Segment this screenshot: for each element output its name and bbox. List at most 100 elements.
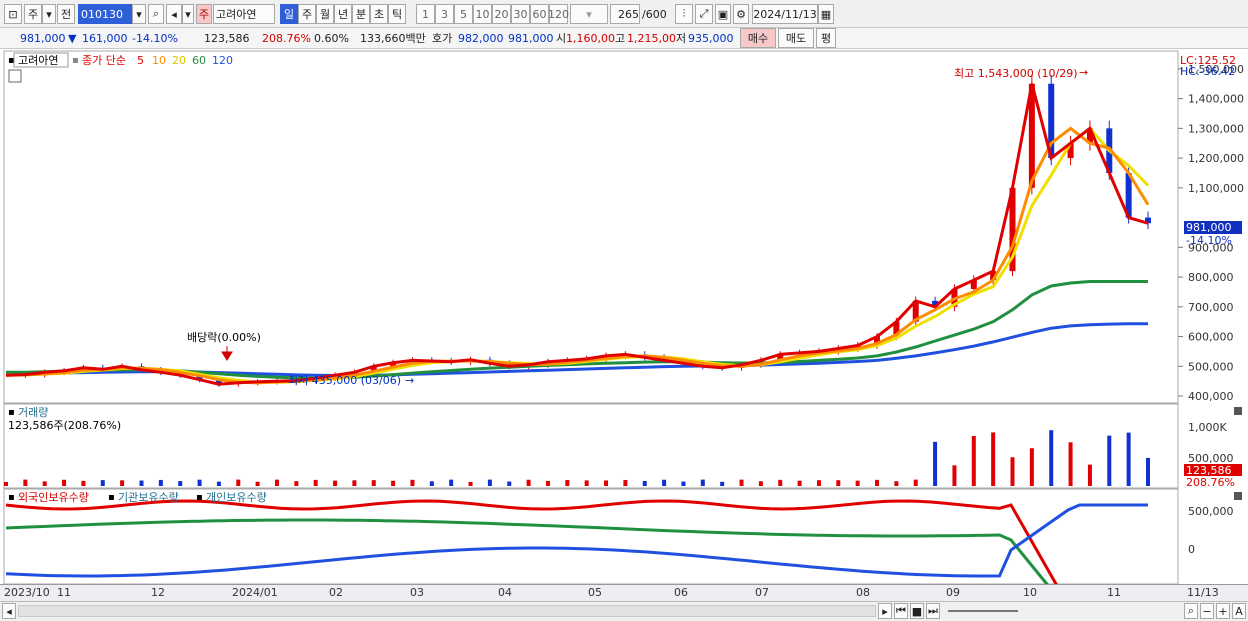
rewind-icon[interactable]: ⏮: [894, 603, 908, 619]
period-4[interactable]: 분: [352, 4, 370, 24]
interval-30[interactable]: 30: [511, 4, 530, 24]
speaker-dropdown-icon[interactable]: ▾: [182, 4, 194, 24]
holding-label-foreign: 외국인보유수량: [18, 491, 89, 504]
volume-bar: [642, 480, 647, 486]
bid: 982,000: [458, 32, 504, 45]
x-axis-label: 11: [1107, 586, 1121, 599]
x-axis-label: 04: [498, 586, 512, 599]
volume-bar: [81, 480, 86, 486]
volume-bar: [778, 479, 783, 486]
buy-button[interactable]: 매수: [740, 28, 776, 48]
y-tick-label: 600,000: [1188, 331, 1234, 344]
interval-3[interactable]: 3: [435, 4, 454, 24]
count-input[interactable]: 265: [610, 4, 640, 24]
volume-bar: [662, 479, 667, 486]
volume-bar: [274, 479, 279, 486]
interval-1[interactable]: 1: [416, 4, 435, 24]
quote-bar: 981,000 ▼ 161,000 -14.10% 123,586 208.76…: [0, 28, 1248, 49]
interval-select[interactable]: ▾: [570, 4, 608, 24]
interval-60[interactable]: 60: [530, 4, 549, 24]
gear-icon[interactable]: ⚙: [733, 4, 749, 24]
market-dropdown-icon[interactable]: ▾: [42, 4, 56, 24]
stock-tag: 주: [196, 4, 212, 24]
holding-close-icon[interactable]: [1234, 492, 1242, 500]
auto-scale-button[interactable]: A: [1232, 603, 1246, 619]
grid-toggle-icon[interactable]: [8, 69, 22, 83]
volume-bar: [42, 481, 47, 486]
calendar-icon[interactable]: ▦: [818, 4, 834, 24]
toolbar: ⊡ 주 ▾ 전 010130 ▾ ⌕ ◂ ▾ 주 고려아연 일주월년분초틱 13…: [0, 0, 1248, 28]
period-0[interactable]: 일: [280, 4, 298, 24]
period-5[interactable]: 초: [370, 4, 388, 24]
volume-bar: [391, 480, 396, 486]
y-tick-label: 700,000: [1188, 301, 1234, 314]
interval-20[interactable]: 20: [492, 4, 511, 24]
interval-120[interactable]: 120: [548, 4, 569, 24]
scroll-right-icon[interactable]: ▸: [878, 603, 892, 619]
high-arrow: →: [1079, 66, 1088, 79]
interval-10[interactable]: 10: [473, 4, 492, 24]
scroll-track[interactable]: [18, 605, 876, 617]
volume-bar: [545, 480, 550, 486]
interval-5[interactable]: 5: [454, 4, 473, 24]
volume-bar: [894, 481, 899, 486]
volume-bar: [913, 479, 918, 486]
volume-bar: [236, 479, 241, 486]
holding-tick-label: 500,000: [1188, 505, 1234, 518]
zoom-search-icon[interactable]: ⌕: [1184, 603, 1198, 619]
volume-bar: [758, 481, 763, 486]
volume-bar: [4, 482, 8, 486]
volume-pct: 208.76%: [1186, 476, 1235, 489]
market-type-button[interactable]: 주: [24, 4, 42, 24]
amount: 133,660백만: [360, 32, 426, 45]
speaker-icon[interactable]: ◂: [166, 4, 182, 24]
date-input[interactable]: 2024/11/13: [752, 4, 818, 24]
draw-icon[interactable]: ⤢: [695, 4, 713, 24]
stock-name-field[interactable]: 고려아연: [213, 4, 275, 24]
volume-bar: [1146, 457, 1150, 486]
low-label: 저: [676, 32, 687, 45]
sell-button[interactable]: 매도: [778, 28, 814, 48]
layout-icon[interactable]: ⊡: [4, 4, 22, 24]
volume: 123,586: [204, 32, 250, 45]
holding-label-inst: 기관보유수량: [118, 491, 179, 504]
y-tick-label: 1,300,000: [1188, 122, 1244, 135]
stop-icon[interactable]: ■: [910, 603, 924, 619]
x-axis-label: 2023/10: [4, 586, 50, 599]
period-3[interactable]: 년: [334, 4, 352, 24]
x-axis-label: 03: [410, 586, 424, 599]
dividend-annotation: 배당락(0.00%): [187, 331, 261, 344]
arrow: ▼: [68, 32, 77, 45]
zoom-in-icon[interactable]: +: [1216, 603, 1230, 619]
high-label: 고: [615, 32, 626, 45]
holding-dot-retail: ▪: [196, 492, 203, 503]
high-annotation: 최고 1,543,000 (10/29): [954, 67, 1078, 80]
x-axis-label: 11: [57, 586, 71, 599]
volume-bar: [294, 481, 299, 486]
stock-code-input[interactable]: 010130: [78, 4, 132, 24]
search-icon[interactable]: ⌕: [148, 4, 164, 24]
volume-bar: [1049, 430, 1054, 486]
volume-bar: [487, 479, 492, 486]
prev-button[interactable]: 전: [57, 4, 75, 24]
volume-close-icon[interactable]: [1234, 407, 1242, 415]
x-axis-label: 09: [946, 586, 960, 599]
volume-ratio: 208.76%: [262, 32, 311, 45]
forward-icon[interactable]: ⏭: [926, 603, 940, 619]
scroll-left-icon[interactable]: ◂: [2, 603, 16, 619]
avg-button[interactable]: 평: [816, 28, 836, 48]
volume-bar: [875, 479, 880, 486]
high: 1,215,00: [627, 32, 676, 45]
ma20-label: 20: [172, 54, 186, 67]
save-icon[interactable]: ▣: [715, 4, 731, 24]
period-1[interactable]: 주: [298, 4, 316, 24]
volume-tick-label: 1,000K: [1188, 421, 1227, 434]
period-6[interactable]: 틱: [388, 4, 406, 24]
volume-bar: [255, 481, 260, 486]
zoom-out-icon[interactable]: −: [1200, 603, 1214, 619]
code-dropdown-icon[interactable]: ▾: [132, 4, 146, 24]
zoom-slider[interactable]: [948, 610, 1018, 612]
volume-bar: [991, 432, 996, 486]
period-2[interactable]: 월: [316, 4, 334, 24]
candle-icon[interactable]: ⫶: [675, 4, 693, 24]
